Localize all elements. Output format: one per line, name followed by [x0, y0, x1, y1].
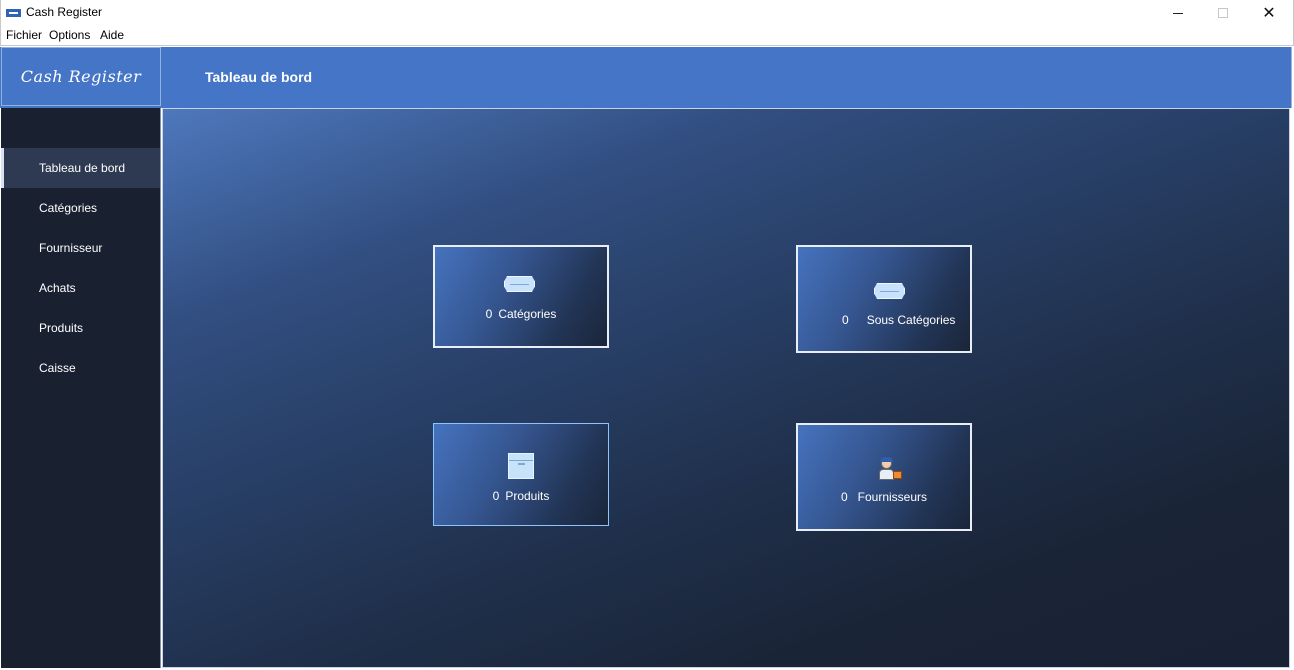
page-title: Tableau de bord	[205, 69, 313, 85]
supplier-icon	[877, 457, 903, 483]
ticket-icon	[504, 276, 535, 292]
sidebar-item-label: Caisse	[39, 361, 76, 375]
app-header: Cash Register Tableau de bord	[0, 47, 1292, 108]
tile-label: 0 Fournisseurs	[798, 490, 970, 504]
sidebar-item-categories[interactable]: Catégories	[1, 188, 160, 228]
sidebar-item-produits[interactable]: Produits	[1, 308, 160, 348]
app-icon	[6, 9, 21, 17]
minimize-icon	[1173, 12, 1183, 14]
sidebar: Tableau de bord Catégories Fournisseur A…	[1, 108, 161, 668]
sous-categories-count: 0	[842, 313, 849, 327]
menu-aide[interactable]: Aide	[100, 28, 124, 42]
sidebar-item-label: Tableau de bord	[39, 161, 126, 175]
menu-bar: Fichier Options Aide	[0, 26, 1294, 46]
tile-categories[interactable]: 0 Catégories	[433, 245, 609, 348]
sidebar-item-label: Fournisseur	[39, 241, 103, 255]
categories-label: Catégories	[498, 307, 557, 321]
tile-label: 0 Sous Catégories	[798, 313, 970, 327]
produits-count: 0	[492, 489, 500, 503]
sidebar-item-label: Catégories	[39, 201, 98, 215]
sous-categories-label: Sous Catégories	[866, 313, 956, 327]
window-titlebar: Cash Register ✕	[0, 0, 1294, 26]
dashboard-panel: 0 Catégories 0 Sous Catégories 0 Produits 0…	[162, 108, 1290, 668]
tile-sous-categories[interactable]: 0 Sous Catégories	[796, 245, 972, 353]
supplier-cap	[880, 457, 893, 462]
fournisseurs-label: Fournisseurs	[857, 490, 928, 504]
produits-label: Produits	[505, 489, 550, 503]
window-title: Cash Register	[26, 5, 103, 19]
sidebar-item-label: Achats	[39, 281, 76, 295]
sidebar-item-fournisseur[interactable]: Fournisseur	[1, 228, 160, 268]
sidebar-item-label: Produits	[39, 321, 84, 335]
tile-label: 0 Produits	[434, 489, 608, 503]
menu-fichier[interactable]: Fichier	[6, 28, 42, 42]
maximize-icon	[1218, 8, 1228, 18]
tile-fournisseurs[interactable]: 0 Fournisseurs	[796, 423, 972, 531]
sidebar-item-caisse[interactable]: Caisse	[1, 348, 160, 388]
supplier-body	[879, 469, 894, 480]
close-button[interactable]: ✕	[1246, 0, 1292, 26]
categories-count: 0	[485, 307, 493, 321]
ticket-icon	[874, 283, 905, 299]
fournisseurs-count: 0	[840, 490, 848, 504]
close-icon: ✕	[1262, 5, 1276, 22]
tile-produits[interactable]: 0 Produits	[433, 423, 609, 526]
minimize-button[interactable]	[1155, 0, 1201, 26]
app-logo: Cash Register	[20, 67, 142, 86]
tile-label: 0 Catégories	[435, 307, 607, 321]
maximize-button[interactable]	[1200, 0, 1246, 26]
sidebar-item-achats[interactable]: Achats	[1, 268, 160, 308]
crate-icon	[893, 471, 902, 479]
box-icon	[508, 453, 534, 479]
logo-box: Cash Register	[1, 47, 161, 106]
sidebar-item-tableau-de-bord[interactable]: Tableau de bord	[1, 148, 160, 188]
menu-options[interactable]: Options	[49, 28, 90, 42]
